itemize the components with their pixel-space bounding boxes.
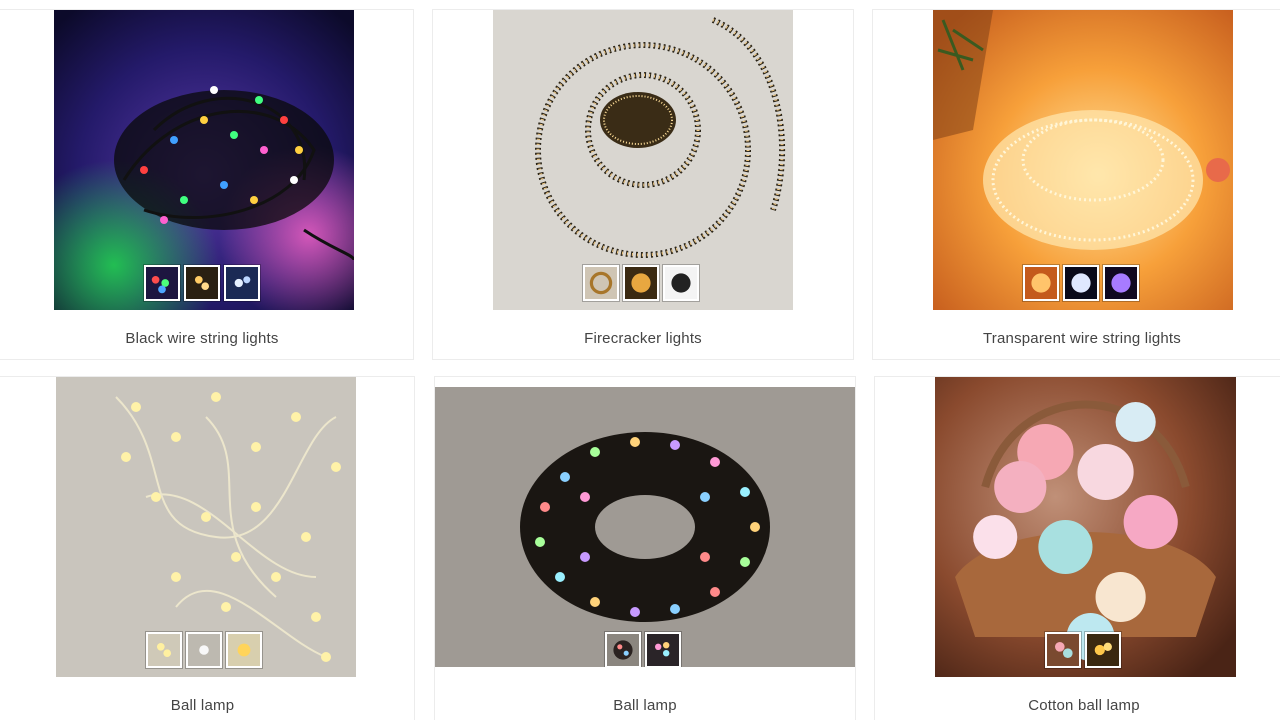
product-card-cotton-ball[interactable]: Cotton ball lamp <box>874 376 1280 720</box>
thumbnail-strip <box>1023 265 1139 301</box>
thumbnail-yellow-cotton[interactable] <box>1085 632 1121 668</box>
product-card-transparent-wire[interactable]: Transparent wire string lights <box>872 9 1280 360</box>
product-card-firecracker[interactable]: Firecracker lights <box>432 9 854 360</box>
product-photo-yellow-ball[interactable] <box>56 377 356 677</box>
thumbnail-purple[interactable] <box>1103 265 1139 301</box>
product-photo-cotton-ball[interactable] <box>935 377 1236 677</box>
thumbnail-warm-cluster[interactable] <box>623 265 659 301</box>
product-card-multicolor-ball[interactable]: Ball lamp <box>434 376 856 720</box>
thumbnail-yellow-balls[interactable] <box>146 632 182 668</box>
thumbnail-strip <box>1045 632 1121 668</box>
product-title[interactable]: Ball lamp <box>0 697 414 714</box>
product-title[interactable]: Transparent wire string lights <box>873 330 1280 347</box>
product-title[interactable]: Ball lamp <box>435 697 855 714</box>
thumbnail-spiral[interactable] <box>583 265 619 301</box>
thumbnail-dark-cluster[interactable] <box>663 265 699 301</box>
product-title[interactable]: Firecracker lights <box>433 330 853 347</box>
product-photo-black-wire[interactable] <box>54 10 354 310</box>
thumbnail-warm[interactable] <box>184 265 220 301</box>
thumbnail-pastel-balls[interactable] <box>645 632 681 667</box>
thumbnail-pastel-cotton[interactable] <box>1045 632 1081 668</box>
product-photo-multicolor-ball[interactable] <box>435 387 855 667</box>
thumbnail-gold-balls[interactable] <box>226 632 262 668</box>
thumbnail-multicolor[interactable] <box>144 265 180 301</box>
thumbnail-white-balls[interactable] <box>186 632 222 668</box>
product-photo-transparent-wire[interactable] <box>933 10 1233 310</box>
thumbnail-amber[interactable] <box>1023 265 1059 301</box>
thumbnail-strip <box>583 265 699 301</box>
thumbnail-strip <box>605 632 681 667</box>
thumbnail-rgb-balls[interactable] <box>605 632 641 667</box>
thumbnail-cool-white[interactable] <box>224 265 260 301</box>
thumbnail-strip <box>144 265 260 301</box>
product-photo-firecracker[interactable] <box>493 10 793 310</box>
thumbnail-strip <box>146 632 262 668</box>
product-card-black-wire[interactable]: Black wire string lights <box>0 9 414 360</box>
product-card-yellow-ball[interactable]: Ball lamp <box>0 376 415 720</box>
thumbnail-white[interactable] <box>1063 265 1099 301</box>
product-title[interactable]: Cotton ball lamp <box>875 697 1280 714</box>
product-title[interactable]: Black wire string lights <box>0 330 413 347</box>
